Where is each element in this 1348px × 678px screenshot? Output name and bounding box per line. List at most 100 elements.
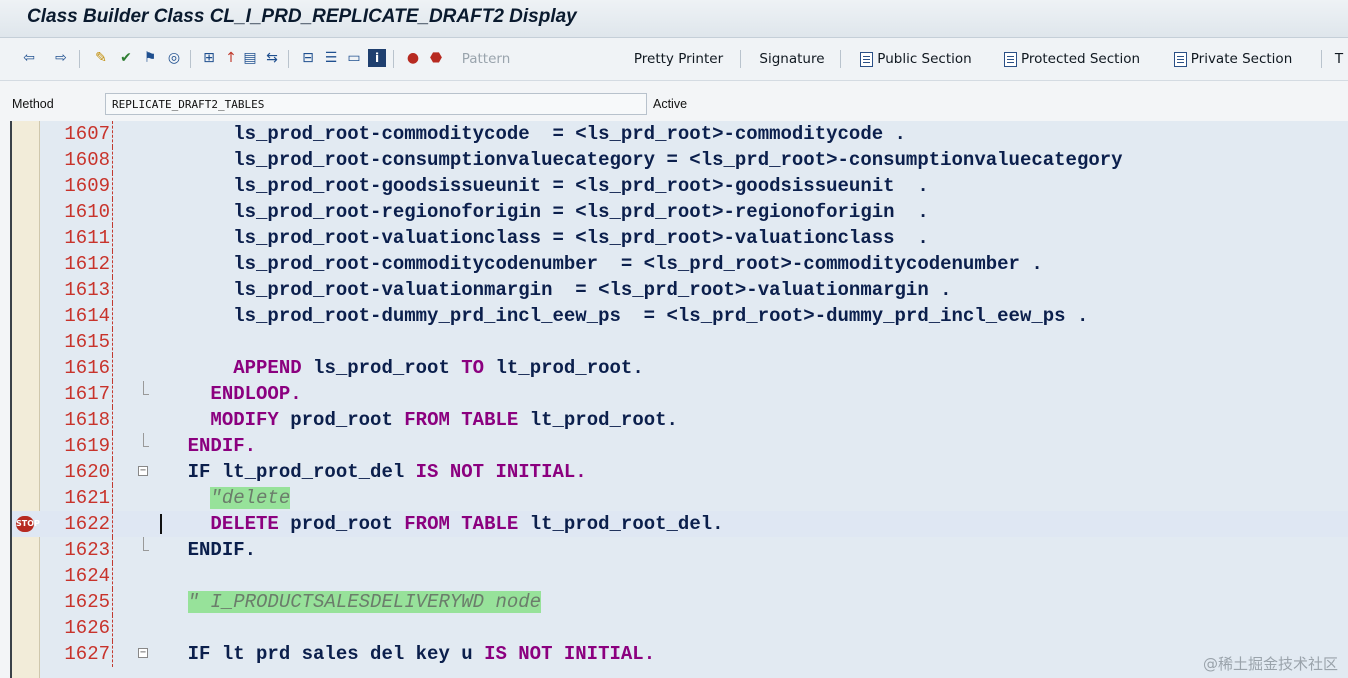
code-line[interactable]: 1615 — [12, 329, 1348, 355]
display-object-list-icon[interactable]: ▤ — [241, 49, 259, 67]
code-editor[interactable]: 1607 ls_prod_root-commoditycode = <ls_pr… — [10, 121, 1348, 678]
code-text: ls_prod_root-valuationclass = <ls_prd_ro… — [142, 225, 929, 251]
code-line[interactable]: 1611 ls_prod_root-valuationclass = <ls_p… — [12, 225, 1348, 251]
keyword-token: FROM TABLE — [404, 513, 519, 535]
line-number: 1625 — [64, 591, 110, 613]
code-text: DELETE prod_root FROM TABLE lt_prod_root… — [142, 511, 723, 537]
window-icon[interactable]: ▭ — [345, 49, 363, 67]
keyword-token: FROM TABLE — [404, 409, 519, 431]
external-breakpoint-icon[interactable]: ⬣ — [427, 49, 445, 67]
code-line[interactable]: 1607 ls_prod_root-commoditycode = <ls_pr… — [12, 121, 1348, 147]
watermark: @稀土掘金技术社区 — [1202, 655, 1338, 673]
set-breakpoint-icon[interactable]: ● — [404, 49, 422, 67]
window-title: Class Builder Class CL_I_PRD_REPLICATE_D… — [27, 6, 577, 27]
code-token: ls_prod_root-consumptionvaluecategory = … — [142, 149, 1123, 171]
line-number-separator — [112, 641, 114, 667]
pretty-printer-button[interactable]: Pretty Printer — [626, 48, 731, 70]
code-line[interactable]: 1618 MODIFY prod_root FROM TABLE lt_prod… — [12, 407, 1348, 433]
hierarchy-icon[interactable]: ⊟ — [299, 49, 317, 67]
signature-button[interactable]: Signature — [753, 48, 831, 70]
where-used-icon[interactable]: ⊞ — [200, 49, 218, 67]
code-token: ls_prod_root-goodsissueunit = <ls_prd_ro… — [142, 175, 929, 197]
method-status: Active — [653, 97, 688, 111]
code-text: ls_prod_root-valuationmargin = <ls_prd_r… — [142, 277, 952, 303]
code-line[interactable]: 1609 ls_prod_root-goodsissueunit = <ls_p… — [12, 173, 1348, 199]
info-icon[interactable]: i — [368, 49, 386, 67]
code-line[interactable]: 1610 ls_prod_root-regionoforigin = <ls_p… — [12, 199, 1348, 225]
line-number: 1620 — [64, 461, 110, 483]
toolbar: ⇦ ⇨ ✎ ✔ ⚑ ◎ ⊞ ↑ ▤ ⇆ ⊟ ☰ ▭ i ● ⬣ Pattern … — [0, 38, 1348, 81]
public-section-button[interactable]: Public Section — [857, 48, 975, 70]
protected-section-button[interactable]: Protected Section — [997, 48, 1147, 70]
truncated-toolbar-button[interactable]: T — [1333, 48, 1345, 70]
line-number-separator — [112, 355, 114, 381]
keyword-token: ENDIF. — [187, 435, 257, 457]
back-arrow-icon[interactable]: ⇦ — [20, 49, 38, 67]
code-line[interactable]: 1624 — [12, 563, 1348, 589]
line-number: 1621 — [64, 487, 110, 509]
line-number: 1614 — [64, 305, 110, 327]
object-list-icon[interactable]: ↑ — [222, 49, 240, 67]
edit-pencil-icon[interactable]: ✎ — [92, 49, 110, 67]
test-icon[interactable]: ◎ — [165, 49, 183, 67]
keyword-token: MODIFY — [210, 409, 279, 431]
line-number-separator — [112, 381, 114, 407]
code-token: ls_prod_root-valuationclass = <ls_prd_ro… — [142, 227, 929, 249]
method-name-field: REPLICATE_DRAFT2_TABLES — [105, 93, 647, 115]
code-line[interactable]: 1626 — [12, 615, 1348, 641]
code-text: "delete — [142, 485, 291, 511]
method-label: Method — [12, 97, 54, 111]
code-line[interactable]: 1612 ls_prod_root-commoditycodenumber = … — [12, 251, 1348, 277]
code-token: ls_prod_root-valuationmargin = <ls_prd_r… — [142, 279, 952, 301]
document-icon — [1003, 51, 1017, 67]
activate-icon[interactable]: ⚑ — [141, 49, 159, 67]
code-line[interactable]: 1625 " I_PRODUCTSALESDELIVERYWD node — [12, 589, 1348, 615]
comment-token: " I_PRODUCTSALESDELIVERYWD node — [187, 591, 542, 613]
breakpoint-stop-icon[interactable]: STOP — [16, 516, 40, 532]
code-text: ls_prod_root-commoditycodenumber = <ls_p… — [142, 251, 1043, 277]
structure-icon[interactable]: ☰ — [322, 49, 340, 67]
code-text: ls_prod_root-commoditycode = <ls_prd_roo… — [142, 121, 906, 147]
toolbar-separator — [190, 50, 191, 68]
code-text: IF lt prd sales del key u IS NOT INITIAL… — [142, 641, 656, 667]
check-icon[interactable]: ✔ — [117, 49, 135, 67]
keyword-token: IS NOT INITIAL. — [415, 461, 587, 483]
code-line[interactable]: 1619 ENDIF. — [12, 433, 1348, 459]
code-line[interactable]: 1617 ENDLOOP. — [12, 381, 1348, 407]
line-number: 1611 — [64, 227, 110, 249]
code-line[interactable]: 1614 ls_prod_root-dummy_prd_incl_eew_ps … — [12, 303, 1348, 329]
code-token: ls_prod_root-dummy_prd_incl_eew_ps = <ls… — [142, 305, 1089, 327]
code-line[interactable]: 1622 STOP DELETE prod_root FROM TABLE lt_… — [12, 511, 1348, 537]
line-number-separator — [112, 407, 114, 433]
code-text: ls_prod_root-goodsissueunit = <ls_prd_ro… — [142, 173, 929, 199]
line-number: 1622 — [64, 513, 110, 535]
code-text: ENDIF. — [142, 433, 256, 459]
toolbar-separator — [288, 50, 289, 68]
line-number: 1618 — [64, 409, 110, 431]
code-line[interactable]: 1623 ENDIF. — [12, 537, 1348, 563]
code-line[interactable]: 1613 ls_prod_root-valuationmargin = <ls_… — [12, 277, 1348, 303]
line-number-separator — [112, 277, 114, 303]
pattern-button[interactable]: Pattern — [451, 48, 521, 70]
code-line[interactable]: 1616 APPEND ls_prod_root TO lt_prod_root… — [12, 355, 1348, 381]
forward-arrow-icon[interactable]: ⇨ — [52, 49, 70, 67]
code-line[interactable]: 1620− IF lt_prod_root_del IS NOT INITIAL… — [12, 459, 1348, 485]
line-number: 1610 — [64, 201, 110, 223]
code-line[interactable]: 1621 "delete — [12, 485, 1348, 511]
navigation-window-icon[interactable]: ⇆ — [263, 49, 281, 67]
line-number: 1612 — [64, 253, 110, 275]
line-number: 1609 — [64, 175, 110, 197]
keyword-token: IS NOT INITIAL. — [484, 643, 656, 665]
line-number-separator — [112, 511, 114, 537]
code-line[interactable]: 1608 ls_prod_root-consumptionvaluecatego… — [12, 147, 1348, 173]
private-section-button[interactable]: Private Section — [1169, 48, 1297, 70]
toolbar-separator — [393, 50, 394, 68]
code-line[interactable]: 1627− IF lt prd sales del key u IS NOT I… — [12, 641, 1348, 667]
line-number-separator — [112, 563, 114, 589]
code-text: ENDIF. — [142, 537, 256, 563]
title-bar: Class Builder Class CL_I_PRD_REPLICATE_D… — [0, 0, 1348, 38]
toolbar-separator — [840, 50, 841, 68]
